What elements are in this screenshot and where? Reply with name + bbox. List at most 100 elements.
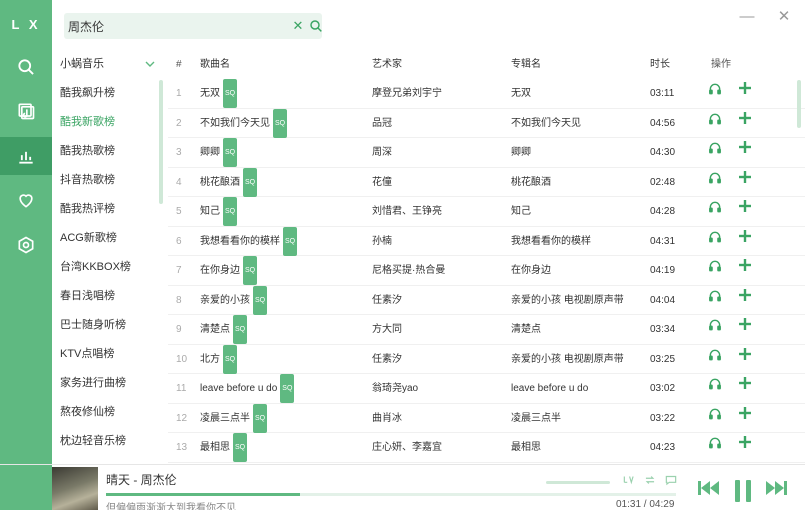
source-item[interactable]: 酷我新歌榜 — [52, 108, 164, 137]
source-item[interactable]: 酷我热评榜 — [52, 195, 164, 224]
source-item[interactable]: KTV点唱榜 — [52, 340, 164, 369]
table-row[interactable]: 1 无双 SQ 摩登兄弟刘宇宁 无双 03:11 — [168, 79, 805, 109]
source-item[interactable]: 巴士随身听榜 — [52, 311, 164, 340]
row-title: 清楚点 — [200, 324, 230, 336]
row-title-cell: 不如我们今天见 SQ — [200, 108, 365, 138]
table-row[interactable]: 4 桃花酿酒 SQ 花僮 桃花酿酒 02:48 — [168, 167, 805, 197]
add-plus-icon[interactable] — [736, 138, 754, 156]
table-row[interactable]: 8 亲爱的小孩 SQ 任素汐 亲爱的小孩 电视剧原声带 04:04 — [168, 285, 805, 315]
listen-headphones-icon[interactable] — [708, 168, 722, 183]
row-title-cell: 清楚点 SQ — [200, 315, 365, 344]
comment-icon[interactable] — [664, 473, 678, 487]
add-plus-icon[interactable] — [736, 256, 754, 274]
listen-headphones-icon[interactable] — [708, 345, 722, 360]
table-row[interactable]: 3 卿卿 SQ 周深 卿卿 04:30 — [168, 138, 805, 168]
close-button[interactable]: ✕ — [774, 8, 794, 28]
listen-headphones-icon[interactable] — [708, 315, 722, 331]
source-item[interactable]: ACG新歌榜 — [52, 224, 164, 253]
table-row[interactable]: 9 清楚点 SQ 方大同 清楚点 03:34 — [168, 315, 805, 345]
row-album: 不如我们今天见 — [511, 117, 581, 129]
listen-headphones-icon[interactable] — [708, 79, 722, 95]
table-scrollbar[interactable] — [797, 80, 801, 128]
listen-headphones-icon[interactable] — [708, 404, 722, 419]
add-plus-icon[interactable] — [736, 374, 754, 392]
next-track-icon[interactable] — [764, 479, 788, 497]
current-lyric: 但偏偏雨渐渐大到我看你不见 — [106, 503, 236, 510]
add-plus-icon[interactable] — [736, 345, 754, 363]
album-cover[interactable] — [52, 467, 98, 510]
row-title-cell: 亲爱的小孩 SQ — [200, 285, 365, 315]
listen-headphones-icon[interactable] — [708, 256, 722, 272]
table-row[interactable]: 5 知己 SQ 刘惜君、王铮亮 知己 04:28 — [168, 197, 805, 227]
add-plus-icon[interactable] — [736, 286, 754, 304]
source-select[interactable]: 小蜗音乐 — [52, 50, 164, 79]
source-item[interactable]: 家务进行曲榜 — [52, 369, 164, 398]
table-row[interactable]: 10 北方 SQ 任素汐 亲爱的小孩 电视剧原声带 03:25 — [168, 344, 805, 374]
source-item[interactable]: 酷我热歌榜 — [52, 137, 164, 166]
nav-favorites[interactable] — [0, 181, 52, 219]
row-title: 我想看看你的模样 — [200, 235, 280, 247]
previous-track-icon[interactable] — [697, 479, 721, 497]
source-list-scrollbar[interactable] — [159, 80, 163, 204]
row-duration: 04:28 — [650, 206, 676, 217]
source-item[interactable]: 抖音热歌榜 — [52, 166, 164, 195]
add-plus-icon[interactable] — [736, 168, 754, 186]
table-row[interactable]: 2 不如我们今天见 SQ 品冠 不如我们今天见 04:56 — [168, 108, 805, 138]
header-artist: 艺术家 — [372, 59, 402, 70]
clear-search-icon[interactable]: ✕ — [290, 17, 306, 35]
table-row[interactable]: 12 凌晨三点半 SQ 曲肖冰 凌晨三点半 03:22 — [168, 403, 805, 433]
nav-charts[interactable] — [0, 137, 52, 175]
add-plus-icon[interactable] — [736, 315, 754, 333]
listen-headphones-icon[interactable] — [708, 227, 722, 242]
row-album: 桃花酿酒 — [511, 176, 551, 188]
listen-headphones-icon[interactable] — [708, 109, 722, 124]
row-num: 4 — [176, 176, 182, 188]
add-plus-icon[interactable] — [736, 79, 754, 97]
source-item[interactable]: 台湾KKBOX榜 — [52, 253, 164, 282]
row-num: 10 — [176, 353, 188, 365]
quality-badge: SQ — [233, 433, 248, 462]
listen-headphones-icon[interactable] — [708, 138, 722, 154]
progress-bar[interactable] — [106, 493, 676, 496]
row-artist: 任素汐 — [372, 294, 402, 306]
source-item[interactable]: 枕边轻音乐榜 — [52, 427, 164, 456]
table-row[interactable]: 11 leave before u do SQ 翁琦尧yao leave before … — [168, 374, 805, 404]
header-ops: 操作 — [711, 59, 731, 70]
add-plus-icon[interactable] — [736, 227, 754, 245]
quality-badge: SQ — [253, 403, 268, 433]
row-album: leave before u do — [511, 383, 589, 394]
listen-headphones-icon[interactable] — [708, 433, 722, 449]
repeat-icon[interactable] — [643, 473, 657, 487]
quality-badge: SQ — [283, 226, 298, 256]
listen-headphones-icon[interactable] — [708, 197, 722, 213]
nav-search[interactable] — [0, 48, 52, 86]
add-plus-icon[interactable] — [736, 404, 754, 422]
add-plus-icon[interactable] — [736, 433, 754, 451]
search-input[interactable] — [68, 16, 268, 36]
row-title: 最相思 — [200, 442, 230, 454]
search-submit-icon[interactable] — [308, 16, 324, 36]
source-item[interactable]: 春日浅唱榜 — [52, 282, 164, 311]
volume-slider[interactable] — [546, 481, 610, 484]
quality-badge: SQ — [223, 197, 238, 226]
desktop-lyric-icon[interactable] — [622, 473, 636, 487]
minimize-button[interactable]: — — [737, 8, 757, 28]
add-plus-icon[interactable] — [736, 109, 754, 127]
listen-headphones-icon[interactable] — [708, 374, 722, 390]
row-num: 5 — [176, 206, 182, 217]
nav-playlist[interactable] — [0, 92, 52, 130]
table-row[interactable]: 7 在你身边 SQ 尼格买提·热合曼 在你身边 04:19 — [168, 256, 805, 286]
table-row[interactable]: 6 我想看看你的模样 SQ 孙楠 我想看看你的模样 04:31 — [168, 226, 805, 256]
table-body: 1 无双 SQ 摩登兄弟刘宇宁 无双 03:11 2 不如我们今天见 SQ 品冠 不如我们今天见 04… — [168, 79, 805, 463]
row-num: 9 — [176, 324, 182, 335]
add-plus-icon[interactable] — [736, 197, 754, 215]
nav-settings[interactable] — [0, 226, 52, 264]
row-duration: 04:04 — [650, 294, 676, 306]
table-row[interactable]: 13 最相思 SQ 庄心妍、李嘉宜 最相思 04:23 — [168, 433, 805, 463]
listen-headphones-icon[interactable] — [708, 286, 722, 301]
pause-icon[interactable] — [731, 479, 755, 503]
row-title: 亲爱的小孩 — [200, 294, 250, 306]
row-title-cell: 在你身边 SQ — [200, 256, 365, 285]
row-duration: 04:30 — [650, 147, 676, 158]
source-item[interactable]: 熬夜修仙榜 — [52, 398, 164, 427]
